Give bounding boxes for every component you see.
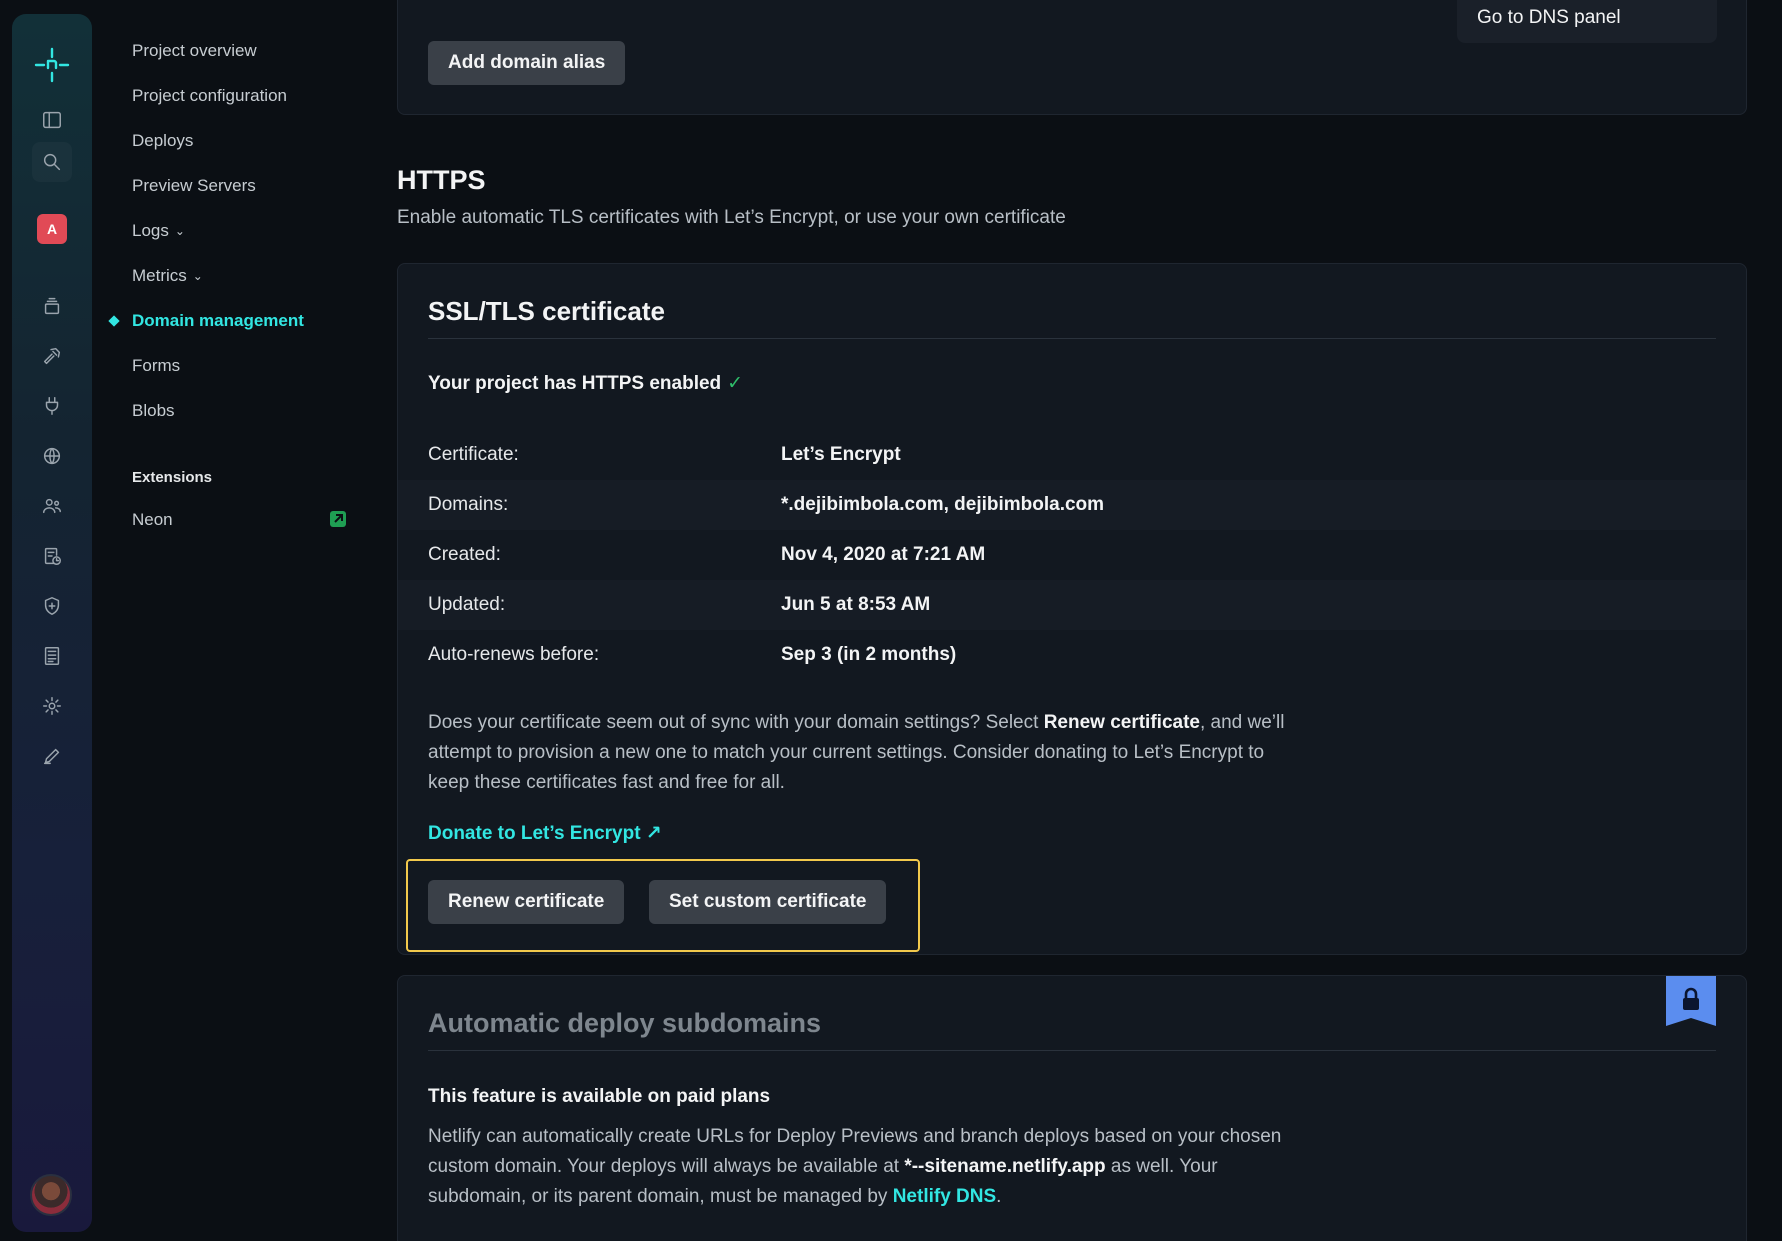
sync-bold: Renew certificate — [1043, 712, 1200, 733]
globe-icon[interactable] — [12, 436, 92, 476]
cert-key: Updated: — [428, 594, 506, 615]
desc-text: . — [996, 1186, 1002, 1207]
divider — [428, 1050, 1716, 1051]
nav-label: Logs — [132, 221, 169, 240]
pencil-icon[interactable] — [12, 736, 92, 776]
sync-help-text: Does your certificate seem out of sync w… — [428, 708, 1288, 798]
add-domain-alias-button[interactable]: Add domain alias — [428, 41, 626, 85]
cert-key: Auto-renews before: — [428, 644, 600, 665]
user-avatar[interactable] — [30, 1174, 72, 1216]
icon-rail: A — [12, 14, 92, 1232]
nav-label: Project overview — [132, 41, 257, 60]
ssl-certificate-card: SSL/TLS certificate Your project has HTT… — [397, 263, 1747, 955]
divider — [428, 338, 1716, 339]
extensions-heading: Extensions — [132, 469, 213, 486]
nav-preview-servers[interactable]: Preview Servers — [132, 176, 256, 196]
lock-icon — [1666, 976, 1716, 1026]
renew-certificate-button[interactable]: Renew certificate — [428, 880, 625, 924]
desc-bold: *--sitename.netlify.app — [904, 1156, 1106, 1177]
subdomains-description: Netlify can automatically create URLs fo… — [428, 1122, 1288, 1212]
go-to-dns-panel-menu-item[interactable]: Go to DNS panel — [1457, 0, 1717, 43]
paid-plan-notice: This feature is available on paid plans — [428, 1086, 771, 1107]
team-avatar[interactable]: A — [37, 214, 67, 244]
document-list-icon[interactable] — [12, 636, 92, 676]
nav-project-overview[interactable]: Project overview — [132, 41, 257, 61]
nav-label: Deploys — [132, 131, 194, 150]
nav-label: Domain management — [132, 311, 304, 330]
netlify-dns-link[interactable]: Netlify DNS — [893, 1186, 996, 1207]
cert-value: Let’s Encrypt — [781, 444, 901, 465]
nav-label: Preview Servers — [132, 176, 256, 195]
nav-label: Neon — [132, 510, 173, 529]
hammer-icon[interactable] — [12, 336, 92, 376]
https-heading: HTTPS — [397, 165, 486, 195]
netlify-logo[interactable] — [12, 45, 92, 85]
chevron-down-icon: ⌄ — [174, 224, 185, 238]
auto-subdomains-title: Automatic deploy subdomains — [428, 1008, 822, 1038]
users-icon[interactable] — [12, 486, 92, 526]
cert-value: *.dejibimbola.com, dejibimbola.com — [781, 494, 1105, 515]
nav-project-configuration[interactable]: Project configuration — [132, 86, 287, 106]
https-status: Your project has HTTPS enabled ✓ — [428, 372, 743, 395]
active-indicator-icon — [108, 315, 120, 327]
nav-domain-management[interactable]: Domain management — [108, 311, 304, 331]
cert-row: Certificate: Let’s Encrypt — [398, 430, 1746, 480]
chevron-down-icon: ⌄ — [192, 269, 203, 283]
cert-row: Created: Nov 4, 2020 at 7:21 AM — [398, 530, 1746, 580]
cert-value: Jun 5 at 8:53 AM — [781, 594, 931, 615]
set-custom-certificate-button[interactable]: Set custom certificate — [649, 880, 887, 924]
nav-label: Blobs — [132, 401, 175, 420]
cert-value: Nov 4, 2020 at 7:21 AM — [781, 544, 986, 565]
team-initial: A — [46, 221, 58, 237]
ssl-title: SSL/TLS certificate — [428, 296, 665, 326]
file-clock-icon[interactable] — [12, 536, 92, 576]
search-icon[interactable] — [12, 142, 92, 182]
cert-key: Certificate: — [428, 444, 519, 465]
nav-blobs[interactable]: Blobs — [132, 401, 175, 421]
auto-deploy-subdomains-card: Automatic deploy subdomains This feature… — [397, 975, 1747, 1241]
cert-row: Auto-renews before: Sep 3 (in 2 months) — [398, 630, 1746, 680]
sidebar-toggle-icon[interactable] — [12, 100, 92, 140]
cert-key: Created: — [428, 544, 501, 565]
nav-extension-neon[interactable]: Neon — [132, 510, 173, 530]
nav-deploys[interactable]: Deploys — [132, 131, 193, 151]
external-link-icon[interactable] — [330, 511, 346, 527]
plug-icon[interactable] — [12, 386, 92, 426]
cert-row: Domains: *.dejibimbola.com, dejibimbola.… — [398, 480, 1746, 530]
layers-icon[interactable] — [12, 286, 92, 326]
nav-label: Forms — [132, 356, 181, 375]
https-description: Enable automatic TLS certificates with L… — [397, 207, 1066, 228]
gear-icon[interactable] — [12, 686, 92, 726]
shield-icon[interactable] — [12, 586, 92, 626]
cert-value: Sep 3 (in 2 months) — [781, 644, 957, 665]
nav-metrics[interactable]: Metrics ⌄ — [132, 266, 203, 286]
nav-logs[interactable]: Logs ⌄ — [132, 221, 185, 241]
sync-text: Does your certificate seem out of sync w… — [428, 712, 1044, 733]
cert-row: Updated: Jun 5 at 8:53 AM — [398, 580, 1746, 630]
check-icon: ✓ — [727, 373, 744, 394]
nav-label: Metrics — [132, 266, 187, 285]
nav-forms[interactable]: Forms — [132, 356, 180, 376]
nav-label: Project configuration — [132, 86, 287, 105]
https-status-text: Your project has HTTPS enabled — [428, 373, 722, 394]
donate-link[interactable]: Donate to Let’s Encrypt ↗ — [428, 822, 662, 845]
project-sidebar: Project overview Project configuration D… — [108, 0, 360, 1241]
cert-key: Domains: — [428, 494, 509, 515]
